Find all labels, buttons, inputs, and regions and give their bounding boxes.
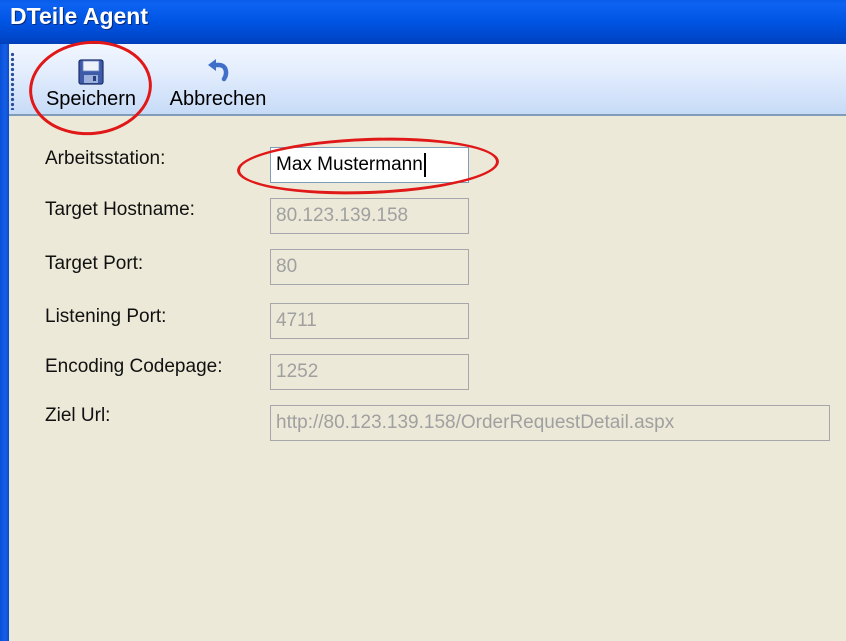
settings-form: Arbeitsstation: Max Mustermann Target Ho… — [9, 116, 846, 641]
title-bar[interactable]: DTeile Agent — [0, 0, 846, 44]
toolbar-grip-handle[interactable] — [10, 52, 15, 110]
listening-port-value: 4711 — [276, 310, 317, 331]
target-port-label: Target Port: — [45, 253, 144, 274]
target-url-value: http://80.123.139.158/OrderRequestDetail… — [276, 412, 675, 433]
workstation-value: Max Mustermann — [276, 154, 423, 175]
target-port-value: 80 — [276, 256, 298, 277]
window-title: DTeile Agent — [10, 3, 149, 29]
workstation-label: Arbeitsstation: — [45, 148, 166, 169]
target-url-label: Ziel Url: — [45, 405, 111, 426]
text-caret — [423, 153, 426, 177]
undo-arrow-icon — [208, 59, 229, 82]
save-button-label: Speichern — [45, 88, 137, 110]
target-hostname-value: 80.123.139.158 — [276, 205, 409, 226]
encoding-codepage-label: Encoding Codepage: — [45, 356, 223, 377]
listening-port-label: Listening Port: — [45, 306, 167, 327]
target-hostname-input[interactable]: 80.123.139.158 — [270, 198, 469, 234]
window-left-border — [0, 44, 9, 641]
app-window: DTeile Agent Speichern Abbrechen Arbeits… — [0, 0, 846, 641]
save-button[interactable]: Speichern — [35, 48, 147, 112]
floppy-disk-icon — [78, 59, 104, 85]
workstation-input[interactable]: Max Mustermann — [270, 147, 469, 183]
encoding-codepage-input[interactable]: 1252 — [270, 354, 469, 390]
target-hostname-label: Target Hostname: — [45, 199, 195, 220]
encoding-codepage-value: 1252 — [276, 361, 319, 382]
target-port-input[interactable]: 80 — [270, 249, 469, 285]
cancel-button-label: Abbrechen — [169, 88, 267, 110]
target-url-input[interactable]: http://80.123.139.158/OrderRequestDetail… — [270, 405, 830, 441]
toolbar: Speichern Abbrechen — [9, 44, 846, 116]
cancel-button[interactable]: Abbrechen — [160, 48, 276, 112]
listening-port-input[interactable]: 4711 — [270, 303, 469, 339]
